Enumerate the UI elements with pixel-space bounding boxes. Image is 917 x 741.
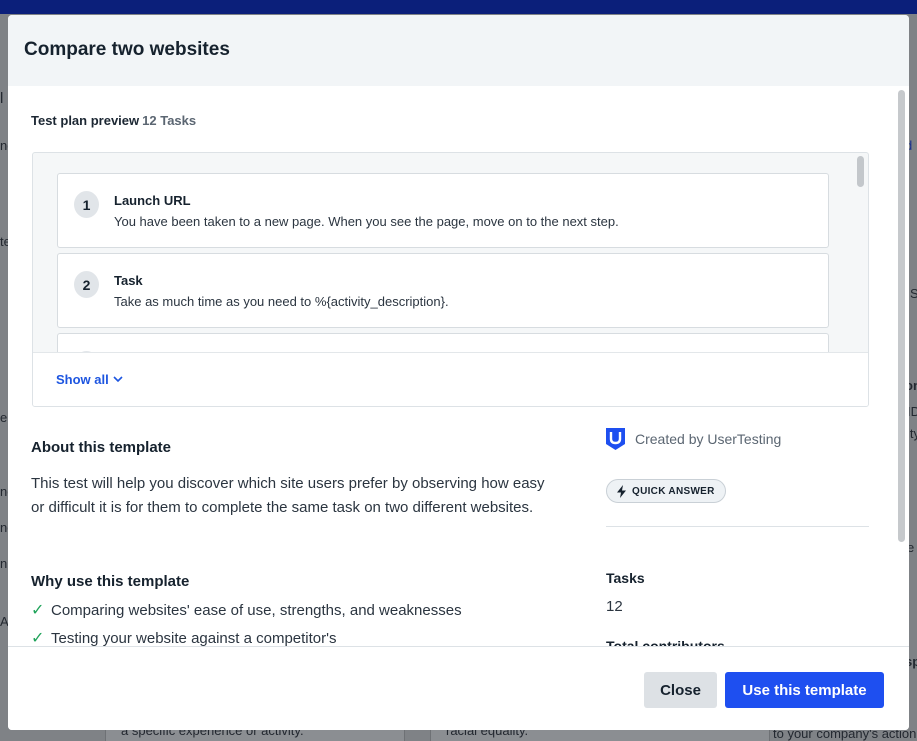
test-plan-preview-heading: Test plan preview 12 Tasks [31,113,196,128]
task-card: 1 Launch URL You have been taken to a ne… [57,173,829,248]
task-card: 2 Task Take as much time as you need to … [57,253,829,328]
checkmark-icon: ✓ [31,602,45,619]
preview-heading-label: Test plan preview [31,113,140,128]
task-count: 12 Tasks [142,113,197,128]
about-text: This test will help you discover which s… [31,475,545,516]
tasks-value: 12 [606,598,623,615]
task-list: 1 Launch URL You have been taken to a ne… [33,153,855,352]
preview-scrollbar[interactable] [857,156,864,187]
badge-label: QUICK ANSWER [632,485,715,497]
creator-text: Created by UserTesting [635,431,782,447]
background-text: n [0,556,8,571]
checkmark-icon: ✓ [31,630,45,646]
template-modal: Compare two websites Test plan preview 12… [8,15,909,730]
modal-title: Compare two websites [24,39,230,60]
modal-header: Compare two websites [8,15,909,86]
show-all-bar: Show all [33,352,868,406]
creator-info: Created by UserTesting [606,428,781,450]
sidebar-divider [606,526,869,527]
usertesting-logo-icon [606,428,625,450]
about-heading: About this template [31,439,172,456]
task-description: You have been taken to a new page. When … [114,214,619,229]
why-item-text: Comparing websites' ease of use, strengt… [51,601,462,619]
lightning-icon [617,484,626,498]
quick-answer-badge: QUICK ANSWER [606,479,726,503]
use-template-button[interactable]: Use this template [725,672,884,708]
tasks-label: Tasks [606,570,645,586]
task-title: Task [114,273,143,288]
chevron-down-icon [113,376,123,383]
modal-footer: Close Use this template [8,646,909,730]
why-item-text: Testing your website against a competito… [51,629,337,647]
contributors-label: Total contributors [606,638,725,646]
task-number: 2 [74,271,99,298]
list-item: ✓ Comparing websites' ease of use, streng… [31,596,462,624]
task-number: 1 [74,191,99,218]
show-all-label: Show all [56,372,109,387]
why-heading: Why use this template [31,573,190,590]
task-description: Take as much time as you need to %{activ… [114,294,449,309]
background-topbar [0,0,917,14]
test-plan-preview: 1 Launch URL You have been taken to a ne… [32,152,869,407]
list-item: ✓ Testing your website against a competit… [31,624,462,647]
background-text: l [0,90,4,107]
modal-scrollbar[interactable] [898,90,905,542]
background-text: S [910,286,917,301]
task-title: Launch URL [114,193,191,208]
why-list: ✓ Comparing websites' ease of use, streng… [31,596,462,647]
modal-body: Test plan preview 12 Tasks 1 Launch URL Y… [8,86,909,646]
background-text: e [0,410,8,425]
close-button[interactable]: Close [644,672,717,708]
show-all-button[interactable]: Show all [56,372,123,387]
task-card: 3 [57,333,829,352]
